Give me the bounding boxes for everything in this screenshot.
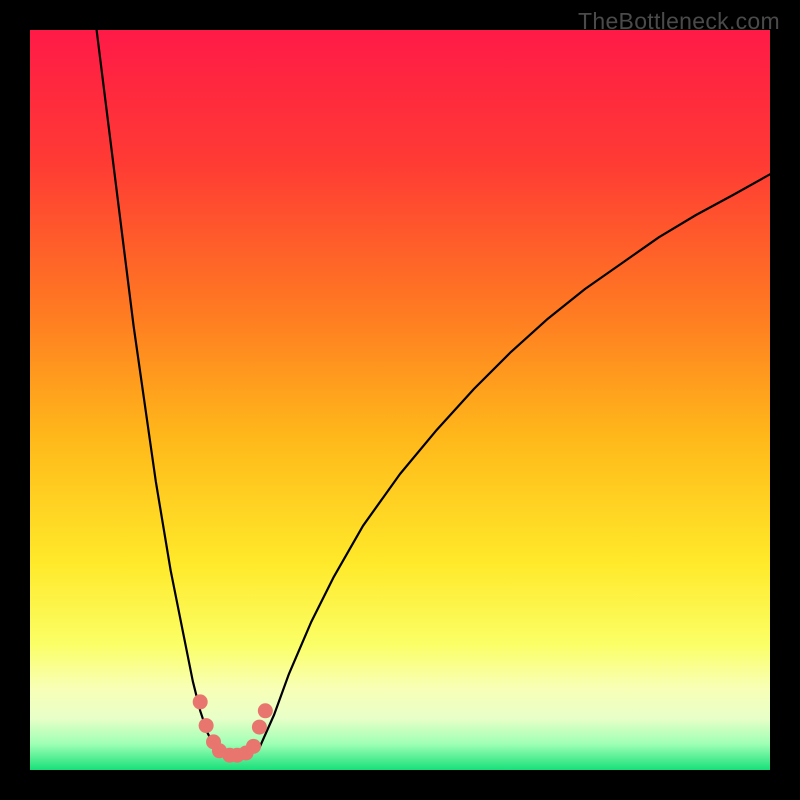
chart-svg	[30, 30, 770, 770]
highlight-point	[252, 720, 267, 735]
chart-frame: TheBottleneck.com	[0, 0, 800, 800]
highlight-point	[258, 703, 273, 718]
highlight-point	[193, 694, 208, 709]
gradient-background	[30, 30, 770, 770]
highlight-point	[246, 739, 261, 754]
plot-area	[30, 30, 770, 770]
highlight-point	[199, 718, 214, 733]
